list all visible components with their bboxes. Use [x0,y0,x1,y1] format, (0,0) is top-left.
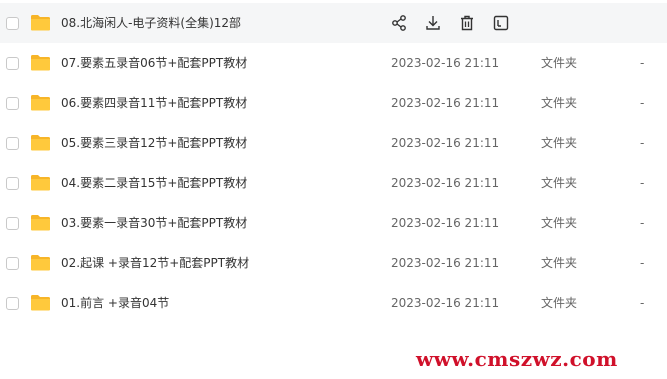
file-row[interactable]: 05.要素三录音12节+配套PPT教材 2023-02-16 21:11 文件夹… [0,123,667,163]
file-row[interactable]: 02.起课 +录音12节+配套PPT教材 2023-02-16 21:11 文件… [0,243,667,283]
file-modified-time: 2023-02-16 21:11 [391,296,500,310]
file-type: 文件夹 [541,136,578,150]
folder-icon [31,95,50,111]
folder-icon [31,175,50,191]
file-modified-time: 2023-02-16 21:11 [391,176,500,190]
row-checkbox[interactable] [6,97,19,110]
file-name[interactable]: 05.要素三录音12节+配套PPT教材 [61,135,247,151]
folder-icon [31,15,50,31]
file-modified-time: 2023-02-16 21:11 [391,216,500,230]
file-name[interactable]: 02.起课 +录音12节+配套PPT教材 [61,255,249,271]
file-type: 文件夹 [541,296,578,310]
row-checkbox[interactable] [6,257,19,270]
file-type: 文件夹 [541,216,578,230]
row-checkbox[interactable] [6,217,19,230]
row-checkbox[interactable] [6,57,19,70]
file-name[interactable]: 04.要素二录音15节+配套PPT教材 [61,175,247,191]
file-name[interactable]: 06.要素四录音11节+配套PPT教材 [61,95,247,111]
file-name[interactable]: 07.要素五录音06节+配套PPT教材 [61,55,247,71]
file-row[interactable]: 04.要素二录音15节+配套PPT教材 2023-02-16 21:11 文件夹… [0,163,667,203]
file-size: - [640,176,645,190]
file-row[interactable]: 03.要素一录音30节+配套PPT教材 2023-02-16 21:11 文件夹… [0,203,667,243]
file-modified-time: 2023-02-16 21:11 [391,136,500,150]
file-type: 文件夹 [541,96,578,110]
file-type: 文件夹 [541,56,578,70]
file-row[interactable]: 06.要素四录音11节+配套PPT教材 2023-02-16 21:11 文件夹… [0,83,667,123]
rename-icon[interactable] [492,14,510,32]
file-size: - [640,296,645,310]
file-type: 文件夹 [541,256,578,270]
delete-icon[interactable] [458,14,476,32]
folder-icon [31,135,50,151]
file-modified-time: 2023-02-16 21:11 [391,96,500,110]
row-checkbox[interactable] [6,17,19,30]
download-icon[interactable] [424,14,442,32]
row-checkbox[interactable] [6,177,19,190]
file-row[interactable]: 07.要素五录音06节+配套PPT教材 2023-02-16 21:11 文件夹… [0,43,667,83]
row-checkbox[interactable] [6,297,19,310]
folder-icon [31,215,50,231]
file-modified-time: 2023-02-16 21:11 [391,256,500,270]
file-name[interactable]: 08.北海闲人-电子资料(全集)12部 [61,15,241,31]
file-modified-time: 2023-02-16 21:11 [391,56,500,70]
file-size: - [640,256,645,270]
file-size: - [640,96,645,110]
watermark-text: www.cmszwz.com [416,347,618,371]
file-size: - [640,56,645,70]
folder-icon [31,255,50,271]
row-checkbox[interactable] [6,137,19,150]
file-type: 文件夹 [541,176,578,190]
file-row-hovered[interactable]: 08.北海闲人-电子资料(全集)12部 [0,3,667,43]
file-row[interactable]: 01.前言 +录音04节 2023-02-16 21:11 文件夹 - [0,283,667,323]
share-icon[interactable] [390,14,408,32]
file-size: - [640,216,645,230]
file-name[interactable]: 03.要素一录音30节+配套PPT教材 [61,215,247,231]
folder-icon [31,55,50,71]
file-name[interactable]: 01.前言 +录音04节 [61,295,169,311]
file-size: - [640,136,645,150]
folder-icon [31,295,50,311]
file-list: 08.北海闲人-电子资料(全集)12部 07.要素五录音06节+配套PPT教材 … [0,3,667,323]
